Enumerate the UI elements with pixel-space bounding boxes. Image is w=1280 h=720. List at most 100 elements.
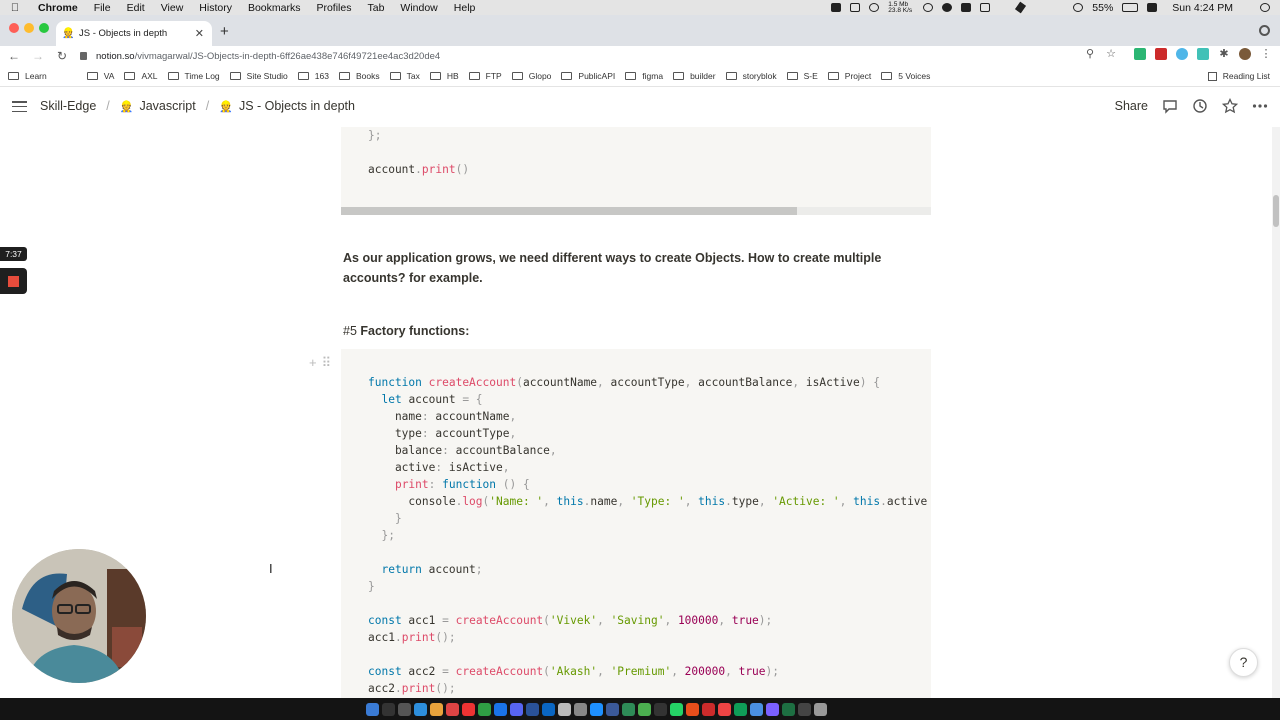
tab-search-icon[interactable]	[1259, 25, 1270, 36]
code-horizontal-scrollbar[interactable]	[341, 207, 931, 215]
dock-app-icon[interactable]	[574, 702, 587, 716]
comments-icon[interactable]	[1162, 98, 1178, 114]
bookmark-glopo[interactable]: Glopo	[511, 71, 551, 81]
timer-icon[interactable]	[923, 3, 934, 12]
menu-tab[interactable]: Tab	[359, 2, 392, 14]
bookmark-figma[interactable]: figma	[625, 71, 663, 81]
bookmark-storyblok[interactable]: storyblok	[725, 71, 777, 81]
more-options-icon[interactable]	[1252, 98, 1268, 114]
bookmark-books[interactable]: Books	[338, 71, 380, 81]
menu-profiles[interactable]: Profiles	[308, 2, 359, 14]
battery-icon[interactable]	[1122, 3, 1139, 12]
menu-edit[interactable]: Edit	[119, 2, 153, 14]
scrollbar-thumb[interactable]	[1273, 195, 1279, 227]
dock-app-icon[interactable]	[782, 702, 795, 716]
dock-app-icon[interactable]	[510, 702, 523, 716]
reload-icon[interactable]: ↻	[52, 49, 72, 63]
stop-recording-button[interactable]	[0, 268, 27, 294]
apple-icon[interactable]: 	[0, 2, 30, 14]
sidebar-icon[interactable]	[831, 3, 842, 12]
dock-app-icon[interactable]	[718, 702, 731, 716]
dock-app-icon[interactable]	[590, 702, 603, 716]
dock-app-icon[interactable]	[446, 702, 459, 716]
dock-app-icon[interactable]	[654, 702, 667, 716]
bookmark-learn[interactable]: Learn	[8, 71, 47, 81]
dock-app-icon[interactable]	[462, 702, 475, 716]
search-icon[interactable]	[869, 3, 880, 12]
dock-app-icon[interactable]	[766, 702, 779, 716]
help-button[interactable]: ?	[1229, 648, 1258, 677]
minimize-window-icon[interactable]	[24, 23, 34, 33]
menu-history[interactable]: History	[191, 2, 240, 14]
dock-app-icon[interactable]	[670, 702, 683, 716]
block-drag-handle-icon[interactable]: +⠿	[309, 355, 336, 371]
close-tab-icon[interactable]: ✕	[195, 27, 204, 40]
scrollbar-thumb[interactable]	[341, 207, 797, 215]
lock-icon[interactable]	[80, 52, 87, 60]
forward-icon[interactable]: →	[28, 49, 48, 63]
bookmark-star-icon[interactable]: ☆	[1105, 48, 1117, 60]
dock-app-icon[interactable]	[478, 702, 491, 716]
favorite-star-icon[interactable]	[1222, 98, 1238, 114]
maximize-window-icon[interactable]	[39, 23, 49, 33]
bookmark-ftp[interactable]: FTP	[468, 71, 502, 81]
menu-view[interactable]: View	[153, 2, 192, 14]
close-window-icon[interactable]	[9, 23, 19, 33]
dock-app-icon[interactable]	[542, 702, 555, 716]
dock-app-icon[interactable]	[606, 702, 619, 716]
dock-app-icon[interactable]	[526, 702, 539, 716]
control-center-icon[interactable]	[1147, 3, 1158, 12]
share-button[interactable]: Share	[1115, 99, 1148, 113]
dock-app-icon[interactable]	[798, 702, 811, 716]
dock-app-icon[interactable]	[638, 702, 651, 716]
bookmark-s-e[interactable]: S-E	[786, 71, 818, 81]
puzzle-extensions-icon[interactable]: ✱	[1218, 48, 1230, 60]
menu-bookmarks[interactable]: Bookmarks	[240, 2, 309, 14]
bookmark-time-log[interactable]: Time Log	[167, 71, 220, 81]
grid-icon[interactable]	[980, 3, 991, 12]
dock-app-icon[interactable]	[734, 702, 747, 716]
zoom-icon[interactable]: ⚲	[1084, 48, 1096, 60]
profile-avatar[interactable]	[1239, 48, 1251, 60]
screen-icon[interactable]	[961, 3, 972, 12]
dock-app-icon[interactable]	[430, 702, 443, 716]
menu-help[interactable]: Help	[446, 2, 484, 14]
chrome-menu-icon[interactable]: ⋮	[1260, 48, 1272, 60]
code-block-factory-function[interactable]: function createAccount(accountName, acco…	[341, 349, 931, 698]
extension-icon[interactable]	[1176, 48, 1188, 60]
bookmark-va[interactable]: VA	[86, 71, 114, 81]
wifi-icon[interactable]	[1073, 3, 1084, 12]
bookmark-project[interactable]: Project	[827, 71, 871, 81]
breadcrumb-item-skill-edge[interactable]: Skill-Edge	[40, 99, 96, 113]
bookmark-tax[interactable]: Tax	[389, 71, 420, 81]
bookmark-publicapi[interactable]: PublicAPI	[561, 71, 615, 81]
address-bar[interactable]: notion.so/vivmagarwal/JS-Objects-in-dept…	[74, 46, 1144, 66]
dock-app-icon[interactable]	[814, 702, 827, 716]
dock-app-icon[interactable]	[414, 702, 427, 716]
bookmark-site-studio[interactable]: Site Studio	[229, 71, 288, 81]
code-block-previous[interactable]: }; account.print()	[341, 127, 931, 207]
bookmark-hb[interactable]: HB	[429, 71, 459, 81]
bookmark-axl[interactable]: AXL	[124, 71, 158, 81]
s-app-icon[interactable]	[850, 3, 861, 12]
browser-tab[interactable]: 👷 JS - Objects in depth ✕	[56, 21, 212, 46]
menu-window[interactable]: Window	[392, 2, 445, 14]
bookmark-163[interactable]: 163	[297, 71, 329, 81]
dock-app-icon[interactable]	[398, 702, 411, 716]
breadcrumb-item-current-page[interactable]: JS - Objects in depth	[239, 99, 355, 113]
menu-app-name[interactable]: Chrome	[30, 2, 86, 14]
extension-icon[interactable]	[1197, 48, 1209, 60]
new-tab-icon[interactable]: +	[220, 23, 229, 40]
bookmark-builder[interactable]: builder	[673, 71, 716, 81]
dock-app-icon[interactable]	[622, 702, 635, 716]
extension-icon[interactable]	[1134, 48, 1146, 60]
bookmark-5-voices[interactable]: 5 Voices	[881, 71, 930, 81]
cloud-icon[interactable]	[942, 3, 953, 12]
pen-icon[interactable]	[1015, 1, 1027, 14]
spotlight-icon[interactable]	[1260, 3, 1270, 12]
dock-app-icon[interactable]	[366, 702, 379, 716]
menu-file[interactable]: File	[86, 2, 119, 14]
sidebar-toggle-icon[interactable]	[12, 101, 27, 113]
dock-app-icon[interactable]	[686, 702, 699, 716]
dock-app-icon[interactable]	[750, 702, 763, 716]
